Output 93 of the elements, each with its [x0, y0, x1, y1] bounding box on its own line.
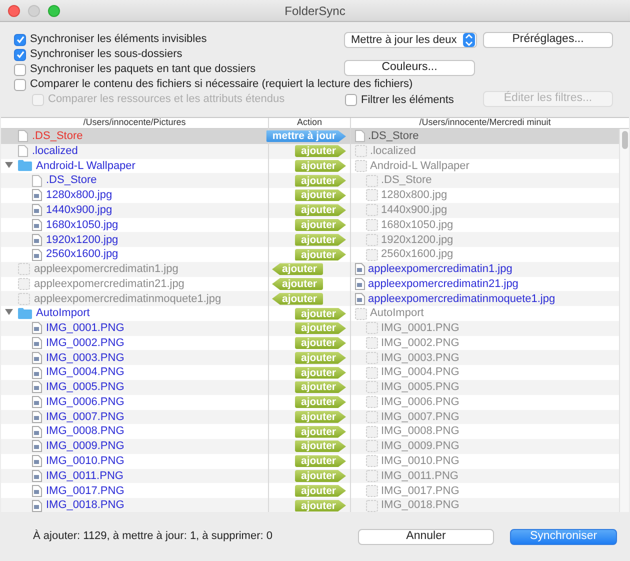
file-name: appleexpomercredimatin21.jpg [368, 276, 518, 292]
file-name: IMG_0008.PNG [381, 424, 460, 440]
file-name: IMG_0011.PNG [381, 468, 458, 484]
table-row[interactable]: IMG_0018.PNG ajouter IMG_0018.PNG [1, 498, 619, 512]
column-header[interactable]: /Users/innocente/Pictures [1, 118, 268, 130]
file-name: 1680x1050.jpg [381, 218, 454, 233]
file-name: IMG_0002.PNG [46, 336, 124, 351]
checkbox-label: Synchroniser les sous-dossiers [30, 47, 182, 62]
file-name: 1680x1050.jpg [46, 218, 118, 233]
file-name: IMG_0003.PNG [46, 350, 124, 366]
file-name: Android-L Wallpaper [370, 158, 470, 174]
zoom-button[interactable] [48, 4, 60, 16]
file-name: IMG_0003.PNG [381, 350, 460, 366]
file-name: IMG_0001.PNG [381, 321, 460, 336]
file-name: appleexpomercredimatin21.jpg [34, 276, 184, 292]
table-row[interactable]: .DS_Store mettre à jour .DS_Store [1, 129, 619, 144]
table-row[interactable]: IMG_0007.PNG ajouter IMG_0007.PNG [1, 410, 619, 424]
file-name: IMG_0010.PNG [381, 454, 460, 469]
file-name: IMG_0009.PNG [46, 439, 124, 454]
minimize-button[interactable] [28, 4, 40, 16]
file-name: .DS_Store [32, 129, 83, 144]
file-name: IMG_0004.PNG [46, 365, 124, 380]
stepper-arrows-icon [463, 33, 475, 47]
file-name: IMG_0011.PNG [46, 468, 124, 484]
file-name: IMG_0018.PNG [381, 498, 460, 512]
file-name: .DS_Store [368, 129, 419, 144]
table-row[interactable]: .DS_Store ajouter .DS_Store [1, 173, 619, 188]
mode-select[interactable]: Mettre à jour les deux [344, 32, 477, 48]
file-name: IMG_0006.PNG [46, 394, 124, 410]
disclosure-triangle-icon[interactable] [5, 308, 13, 316]
file-name: 1920x1200.jpg [46, 232, 118, 248]
table-row[interactable]: 1920x1200.jpg ajouter 1920x1200.jpg [1, 232, 619, 248]
file-name: IMG_0009.PNG [381, 439, 460, 454]
file-name: 2560x1600.jpg [381, 247, 454, 262]
checkbox-label: Synchroniser les paquets en tant que dossiers [30, 62, 256, 78]
table-row[interactable]: IMG_0003.PNG ajouter IMG_0003.PNG [1, 350, 619, 366]
table-row[interactable]: .localized ajouter .localized [1, 144, 619, 159]
file-name: IMG_0017.PNG [46, 484, 124, 499]
push-button[interactable]: Annuler [358, 528, 494, 544]
table-row[interactable]: IMG_0009.PNG ajouter IMG_0009.PNG [1, 439, 619, 454]
checkbox-label: Synchroniser les éléments invisibles [30, 32, 207, 48]
file-name: 1440x900.jpg [46, 202, 112, 218]
file-name: IMG_0018.PNG [46, 498, 124, 512]
checkbox-label: Comparer les ressources et les attributs étendus [48, 92, 285, 108]
checkbox-label: Filtrer les éléments [361, 93, 454, 108]
file-name: appleexpomercredimatin1.jpg [34, 262, 178, 278]
file-name: IMG_0005.PNG [46, 380, 124, 396]
file-name: appleexpomercredimatin1.jpg [368, 262, 512, 278]
table-row[interactable]: 1440x900.jpg ajouter 1440x900.jpg [1, 202, 619, 218]
column-header[interactable]: /Users/innocente/Mercredi minuit [351, 118, 619, 130]
close-button[interactable] [8, 4, 20, 16]
checkbox[interactable] [14, 34, 26, 46]
file-name: 1920x1200.jpg [381, 232, 454, 248]
scrollbar-track[interactable] [619, 129, 629, 512]
file-name: .localized [32, 144, 78, 159]
table-row[interactable]: appleexpomercredimatin1.jpg ajouter appleexpomercredimatin1.jpg [1, 262, 619, 277]
status-text: À ajouter: 1129, à mettre à jour: 1, à supprimer: 0 [33, 528, 274, 544]
checkbox[interactable] [14, 78, 26, 90]
file-name: IMG_0007.PNG [381, 410, 460, 425]
file-name: IMG_0006.PNG [381, 394, 460, 410]
file-name: IMG_0005.PNG [381, 380, 460, 396]
scrollbar-thumb[interactable] [622, 131, 628, 149]
file-name: appleexpomercredimatinmoquete1.jpg [34, 292, 222, 307]
file-name: 1440x900.jpg [381, 202, 448, 218]
file-name: IMG_0010.PNG [46, 454, 124, 469]
push-button[interactable]: Couleurs... [344, 60, 475, 76]
disclosure-triangle-icon[interactable] [5, 160, 13, 169]
checkbox-label: Comparer le contenu des fichiers si nécessaire (requiert la lecture des fichiers) [30, 77, 413, 92]
push-button[interactable]: Préréglages... [483, 32, 613, 48]
file-name: IMG_0017.PNG [381, 484, 460, 499]
checkbox[interactable] [14, 48, 26, 60]
file-name: 1280x800.jpg [381, 188, 448, 204]
file-name: appleexpomercredimatinmoquete1.jpg [368, 292, 556, 307]
table-row[interactable]: IMG_0001.PNG ajouter IMG_0001.PNG [1, 320, 619, 336]
file-name: IMG_0004.PNG [381, 365, 460, 380]
file-name: .localized [370, 144, 416, 159]
file-name: .DS_Store [46, 173, 97, 188]
file-name: 2560x1600.jpg [46, 247, 118, 262]
table-row[interactable]: appleexpomercredimatinmoquete1.jpg ajouter appleexpomercredimatinmoquete1.jpg [1, 291, 619, 306]
table-row[interactable]: IMG_0011.PNG ajouter IMG_0011.PNG [1, 468, 619, 484]
table-row[interactable]: IMG_0005.PNG ajouter IMG_0005.PNG [1, 380, 619, 395]
file-name: AutoImport [36, 306, 90, 322]
file-name: IMG_0008.PNG [46, 424, 124, 440]
checkbox[interactable] [345, 94, 357, 106]
file-name: IMG_0001.PNG [46, 321, 124, 336]
file-name: IMG_0002.PNG [381, 336, 460, 351]
window-title: FolderSync [284, 2, 346, 20]
checkbox[interactable] [14, 64, 26, 76]
file-name: Android-L Wallpaper [36, 158, 136, 174]
file-name: IMG_0007.PNG [46, 410, 124, 425]
file-name: .DS_Store [381, 173, 432, 188]
file-name: 1280x800.jpg [46, 188, 112, 204]
file-name: AutoImport [370, 306, 424, 322]
